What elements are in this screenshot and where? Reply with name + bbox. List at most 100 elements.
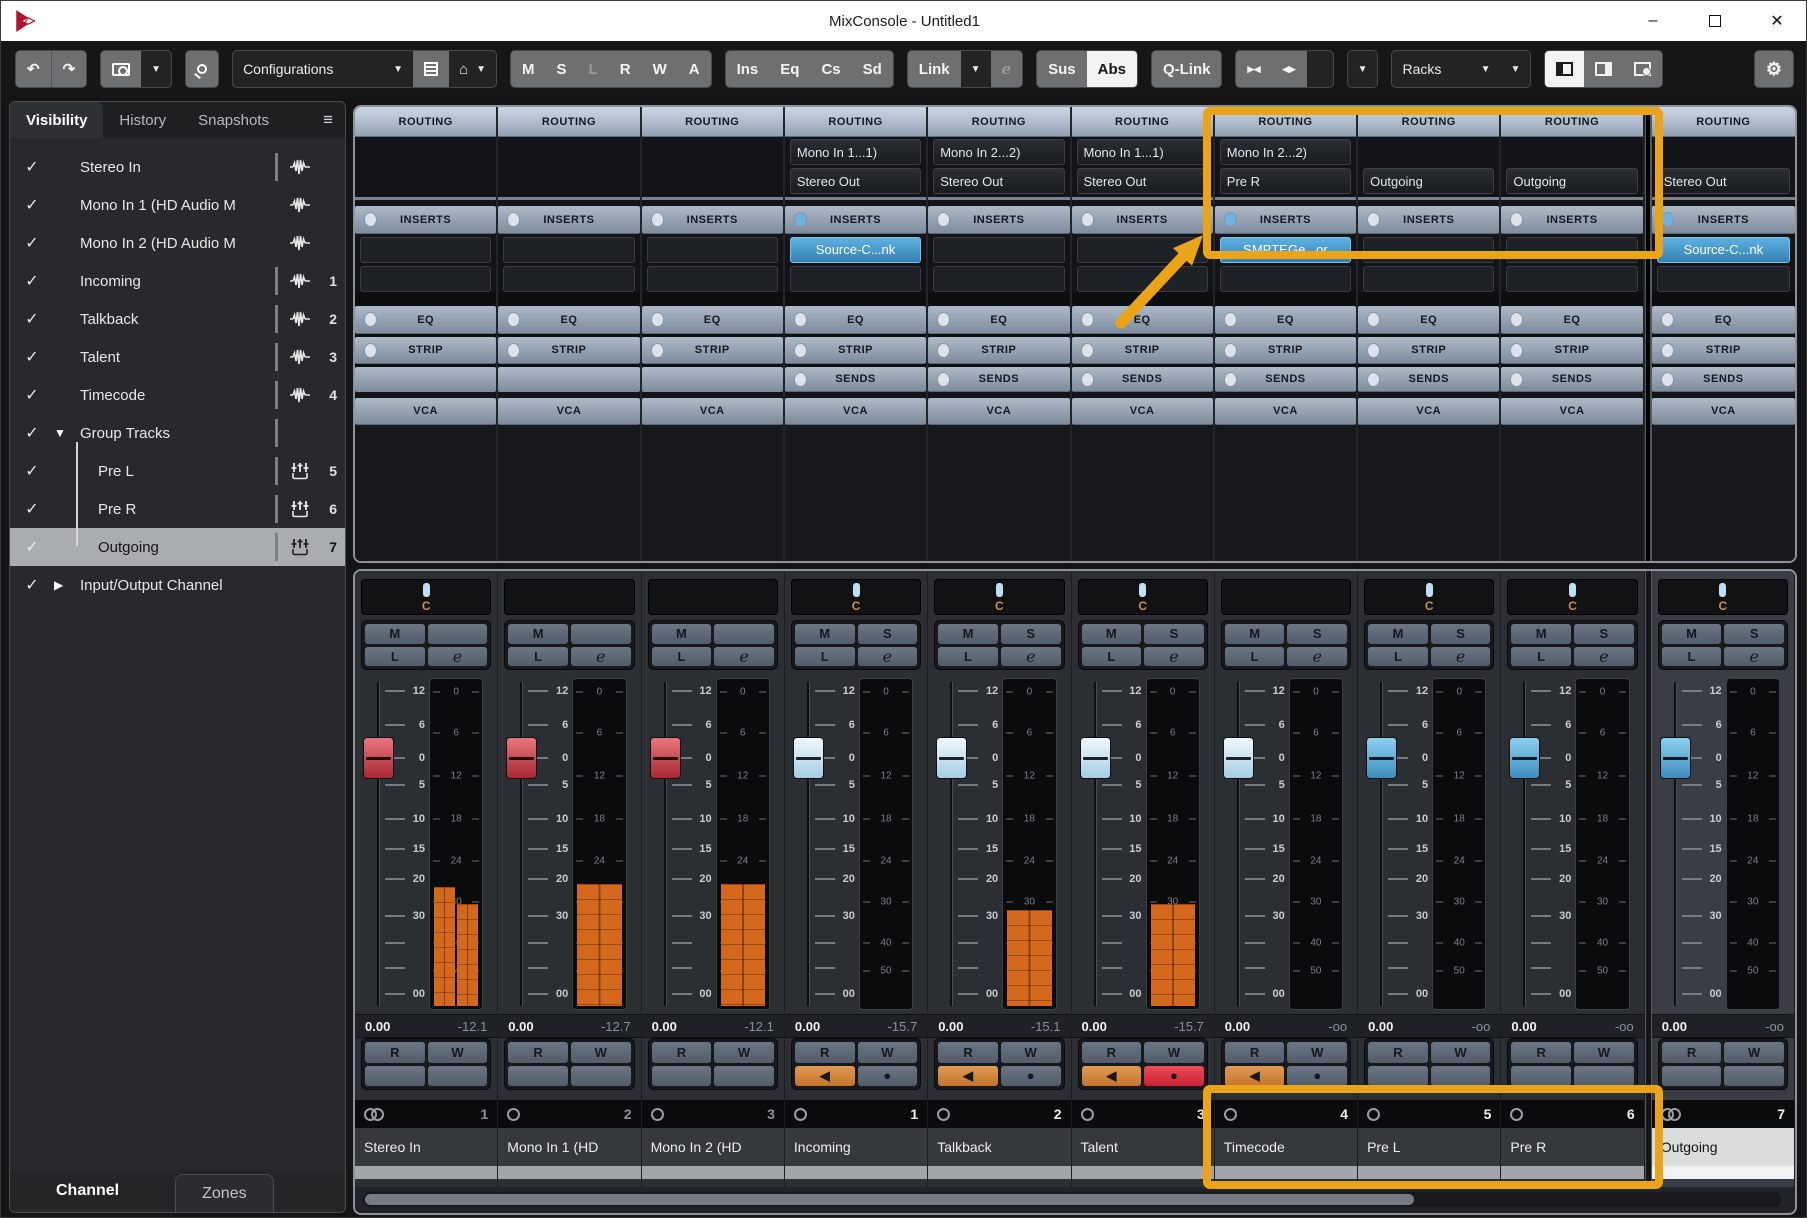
blank-button[interactable] (1511, 1066, 1571, 1087)
vca-rack-header[interactable]: VCA (498, 398, 639, 425)
sidebar-item-pre-r[interactable]: ✓Pre R6 (10, 490, 345, 528)
bottom-tab-channel[interactable]: Channel (30, 1170, 145, 1212)
channel-name[interactable]: Mono In 1 (HD (498, 1128, 640, 1166)
insert-slot-1[interactable]: Source-C...nk (1652, 234, 1795, 265)
blank-button[interactable] (1662, 1066, 1722, 1087)
sidebar-tab-snapshots[interactable]: Snapshots (182, 102, 285, 138)
insert-slot-1[interactable] (642, 234, 783, 265)
listen-button[interactable]: L (1082, 647, 1142, 667)
solo-button[interactable]: S (858, 624, 918, 644)
channel-color-strip[interactable] (1652, 1166, 1794, 1179)
mute-button[interactable]: M (365, 624, 425, 644)
insert-plugin-2[interactable] (503, 266, 634, 292)
insert-plugin-1[interactable]: Source-C...nk (790, 237, 921, 263)
sends-led[interactable] (794, 372, 807, 387)
listen-button[interactable]: L (1662, 647, 1722, 667)
check-icon[interactable]: ✓ (10, 157, 54, 177)
routing-input-slot[interactable]: Mono In 1...1) (785, 137, 926, 167)
sidebar-tab-visibility[interactable]: Visibility (10, 102, 103, 138)
sends-rack-header[interactable]: SENDS (928, 367, 1069, 392)
solo-button[interactable]: S (1001, 624, 1061, 644)
channel-color-strip[interactable] (1501, 1166, 1643, 1179)
routing-rack-header[interactable]: ROUTING (1215, 107, 1356, 137)
snapshot-camera-button[interactable] (101, 51, 141, 87)
horizontal-scrollbar[interactable] (363, 1192, 1781, 1207)
check-icon[interactable]: ✓ (10, 575, 54, 595)
routing-output-value[interactable]: Pre R (1220, 168, 1351, 194)
inserts-rack-header[interactable]: INSERTS (1652, 206, 1795, 234)
mute-button[interactable]: M (1082, 624, 1142, 644)
eq-led[interactable] (651, 312, 664, 327)
inserts-led[interactable] (364, 212, 377, 227)
insert-plugin-1[interactable] (1077, 237, 1208, 263)
blank-button[interactable] (428, 1066, 488, 1087)
sends-led[interactable] (1367, 372, 1380, 387)
eq-led[interactable] (364, 312, 377, 327)
blank-button[interactable] (1724, 1066, 1784, 1087)
inserts-rack-header[interactable]: INSERTS (785, 206, 926, 234)
blank-button[interactable] (1574, 1066, 1634, 1087)
pan-control[interactable]: C (1658, 579, 1788, 615)
bypass-inserts-button[interactable]: Ins (726, 51, 770, 87)
routing-output-slot[interactable]: Stereo Out (1072, 167, 1213, 195)
solo-button[interactable] (714, 624, 774, 644)
fader-track[interactable] (377, 682, 380, 1006)
routing-rack-header[interactable]: ROUTING (1501, 107, 1642, 137)
sends-rack-header[interactable]: SENDS (1215, 367, 1356, 392)
routing-rack-header[interactable]: ROUTING (785, 107, 926, 137)
blank-button[interactable] (1368, 1066, 1428, 1087)
check-icon[interactable]: ✓ (10, 537, 54, 557)
listen-button[interactable]: L (652, 647, 712, 667)
link-caret[interactable]: ▼ (971, 64, 981, 75)
channel-name[interactable]: Mono In 2 (HD (642, 1128, 784, 1166)
routing-input-value[interactable]: Mono In 2...2) (1220, 139, 1351, 165)
sends-led[interactable] (1661, 372, 1674, 387)
inserts-led[interactable] (1661, 212, 1674, 227)
channel-types-caret[interactable]: ▼ (476, 64, 486, 75)
listen-button[interactable]: L (1225, 647, 1285, 667)
insert-slot-2[interactable] (928, 265, 1069, 292)
routing-output-value[interactable]: Outgoing (1506, 168, 1637, 194)
edit-channel-button[interactable]: e (571, 647, 631, 667)
listen-button[interactable]: L (795, 647, 855, 667)
routing-rack-header[interactable]: ROUTING (642, 107, 783, 137)
write-automation-button[interactable]: W (1001, 1042, 1061, 1063)
solo-all-button[interactable]: S (546, 51, 578, 87)
fader-track[interactable] (1237, 682, 1240, 1006)
insert-slot-1[interactable] (355, 234, 496, 265)
insert-slot-2[interactable] (785, 265, 926, 292)
racks-dropdown[interactable]: Racks (1402, 61, 1441, 77)
blank-button[interactable] (714, 1066, 774, 1087)
left-zone-toggle[interactable] (1545, 51, 1584, 87)
channel-name[interactable]: Stereo In (355, 1128, 497, 1166)
sends-led[interactable] (1081, 372, 1094, 387)
vca-rack-header[interactable]: VCA (1215, 398, 1356, 425)
write-automation-button[interactable]: W (428, 1042, 488, 1063)
channel-color-strip[interactable] (785, 1166, 927, 1179)
solo-button[interactable]: S (1144, 624, 1204, 644)
redo-button[interactable]: ↷ (52, 51, 87, 87)
configurations-dropdown[interactable]: Configurations (243, 61, 333, 77)
insert-plugin-2[interactable] (360, 266, 491, 292)
expand-icon[interactable]: ▶ (54, 578, 80, 592)
write-automation-button[interactable]: W (571, 1042, 631, 1063)
monitor-button[interactable]: ◀ (938, 1066, 998, 1087)
insert-plugin-2[interactable] (933, 266, 1064, 292)
fader-handle[interactable] (1223, 737, 1254, 779)
channel-name[interactable]: Talkback (928, 1128, 1070, 1166)
close-button[interactable]: ✕ (1746, 1, 1807, 41)
insert-slot-1[interactable] (928, 234, 1069, 265)
sidebar-item-talkback[interactable]: ✓Talkback2 (10, 300, 345, 338)
routing-output-slot[interactable] (355, 167, 496, 195)
sidebar-item-pre-l[interactable]: ✓Pre L5 (10, 452, 345, 490)
fader-value[interactable]: 0.00 (938, 1019, 1031, 1034)
insert-slot-2[interactable] (498, 265, 639, 292)
listen-all-button[interactable]: L (578, 51, 609, 87)
write-automation-button[interactable]: W (858, 1042, 918, 1063)
edit-channel-button[interactable]: e (1574, 647, 1634, 667)
fader-track[interactable] (1674, 682, 1677, 1006)
vca-rack-header[interactable]: VCA (1358, 398, 1499, 425)
pan-control[interactable]: C (1364, 579, 1494, 615)
inserts-led[interactable] (1367, 212, 1380, 227)
qlink-button[interactable]: Q-Link (1152, 51, 1222, 87)
